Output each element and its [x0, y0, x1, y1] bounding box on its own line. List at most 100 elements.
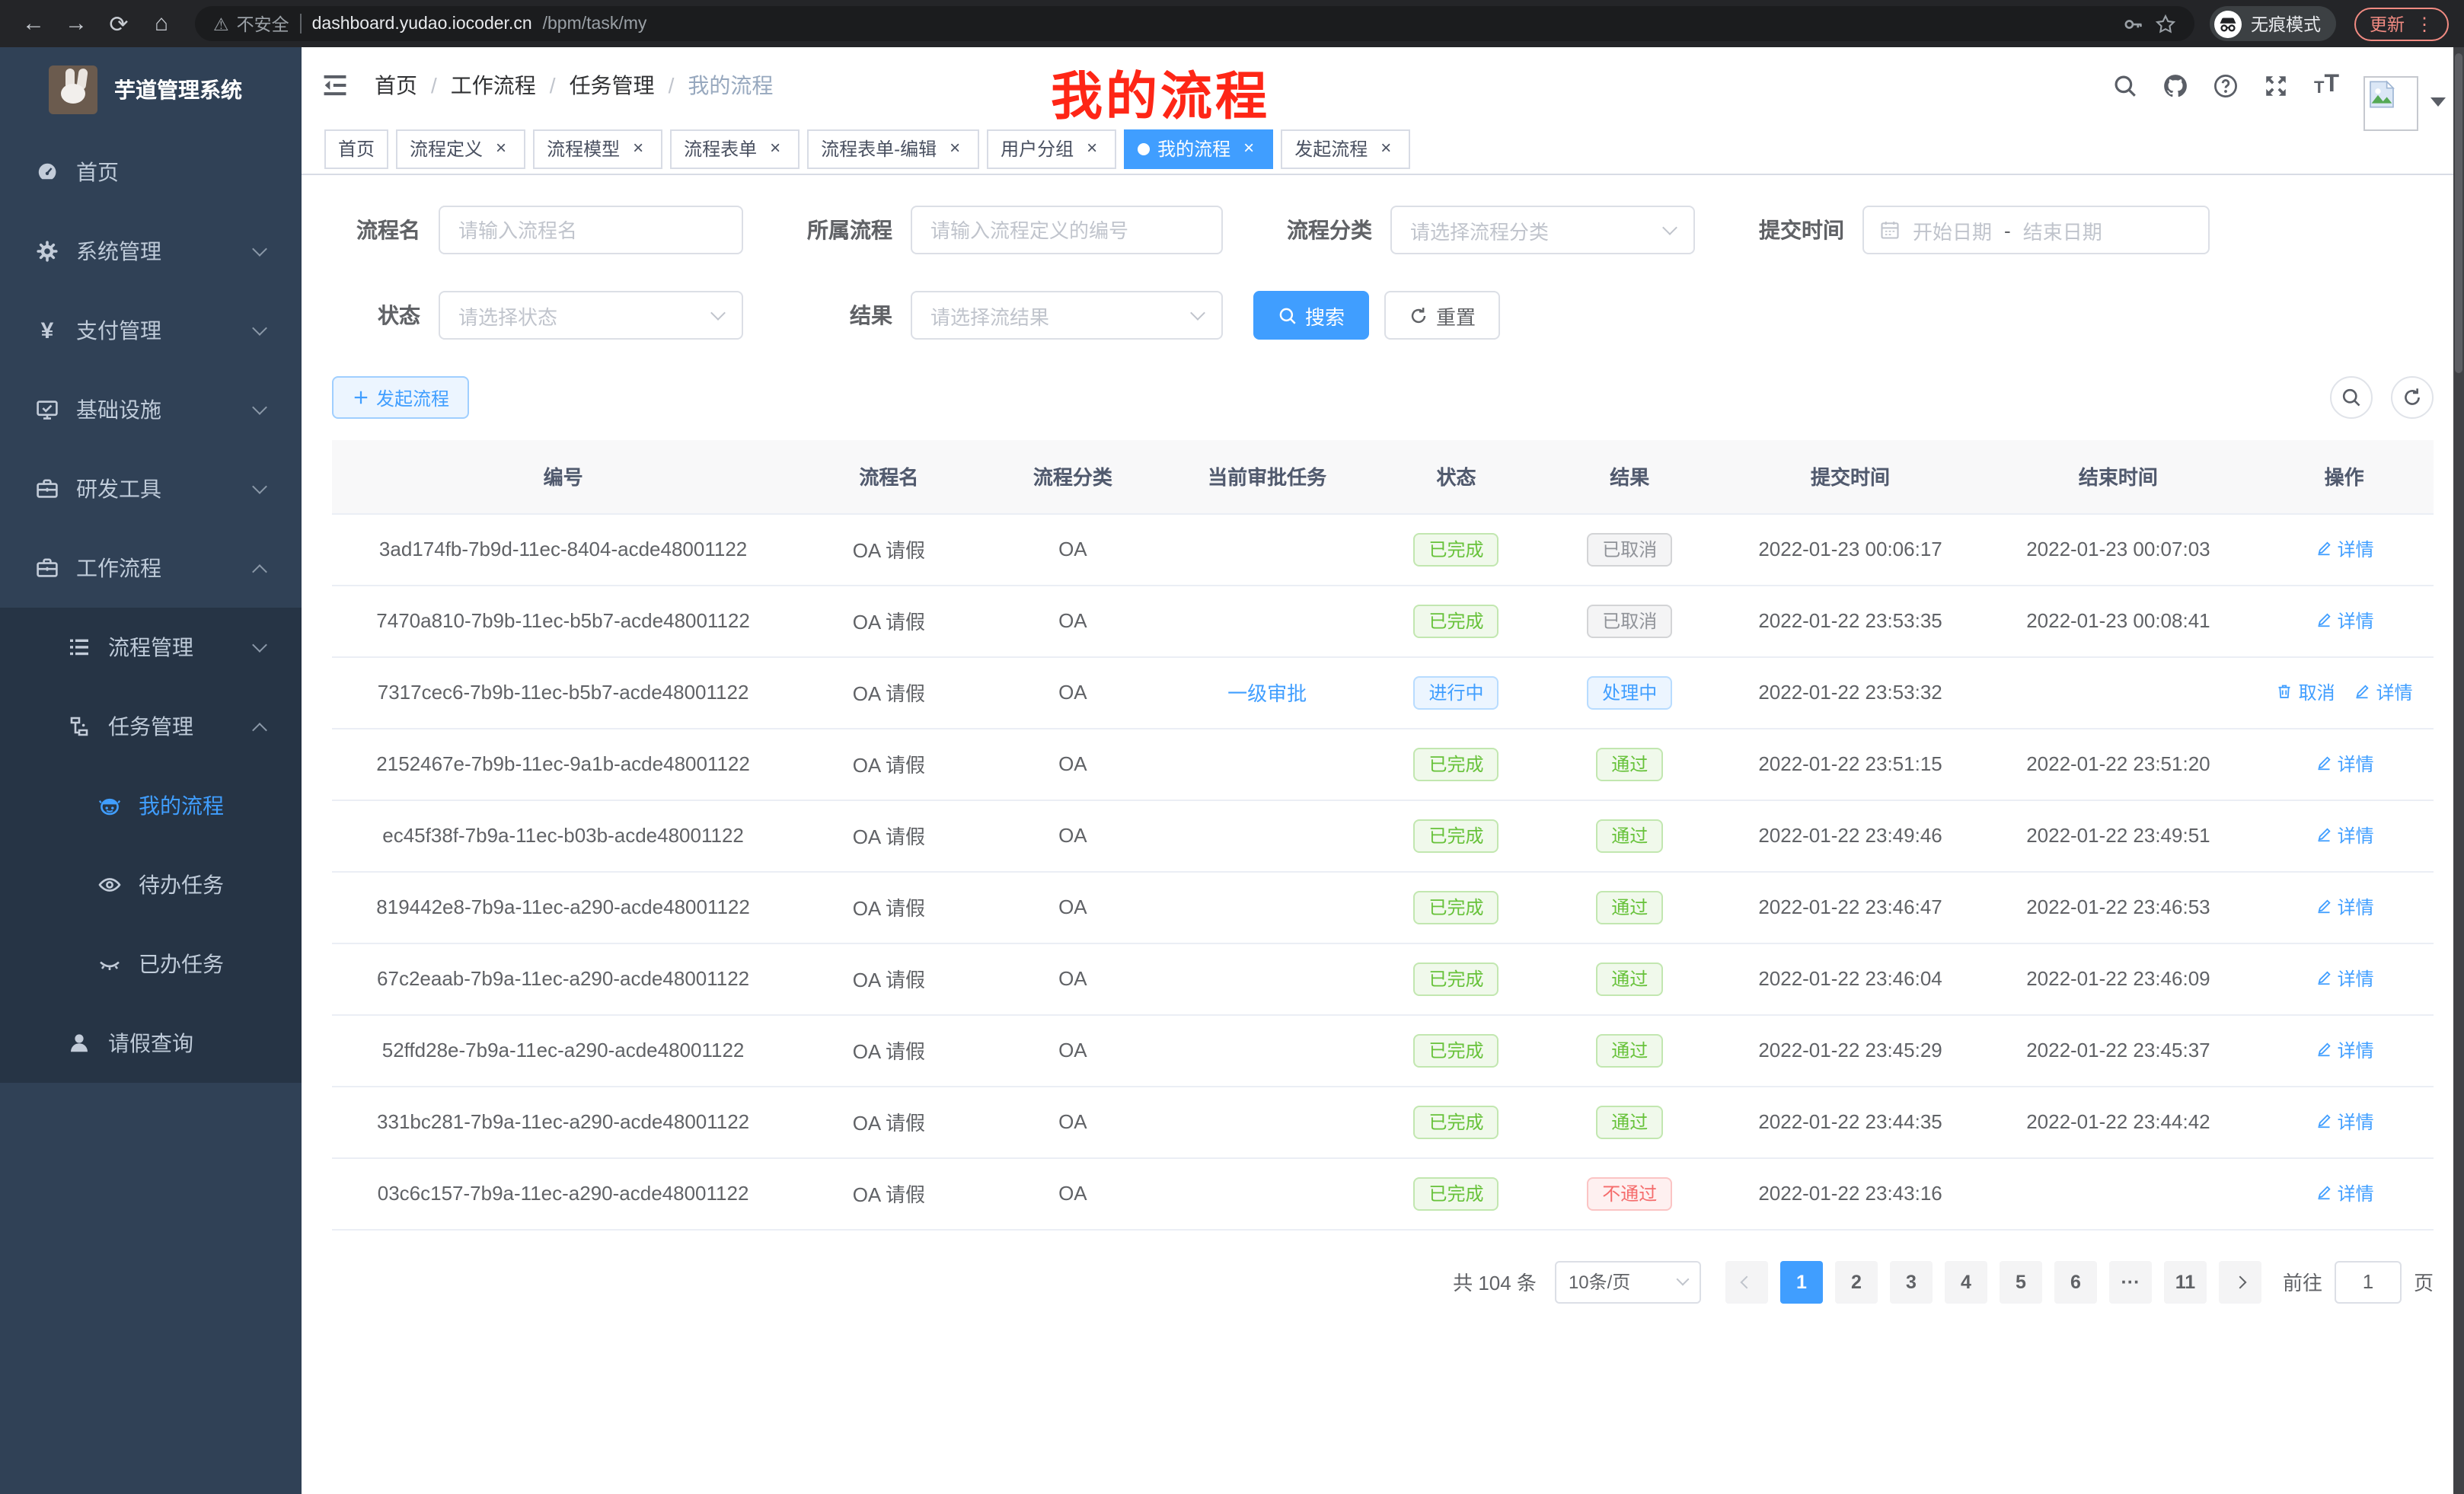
current-task-link[interactable]: 一级审批	[1227, 682, 1307, 705]
browser-update-button[interactable]: 更新 ⋮	[2354, 7, 2449, 40]
page-button[interactable]: 1	[1780, 1260, 1823, 1303]
user-menu-caret-icon[interactable]	[2430, 97, 2446, 107]
cell-status: 已完成	[1372, 1086, 1540, 1157]
divider	[300, 14, 302, 34]
sidebar-item[interactable]: 基础设施	[0, 370, 302, 449]
close-icon[interactable]: ×	[627, 138, 649, 159]
process-definition-input[interactable]	[911, 206, 1223, 254]
detail-link[interactable]: 详情	[2354, 679, 2413, 705]
tab-item[interactable]: 首页	[324, 129, 388, 168]
tab-active[interactable]: 我的流程×	[1124, 129, 1273, 168]
close-icon[interactable]: ×	[944, 138, 965, 159]
cell-current-task	[1162, 800, 1372, 871]
goto-page-input[interactable]	[2335, 1260, 2402, 1303]
page-button[interactable]: 11	[2164, 1260, 2207, 1303]
page-button[interactable]: 2	[1835, 1260, 1878, 1303]
tab-item[interactable]: 流程定义×	[396, 129, 525, 168]
op-label: 详情	[2338, 966, 2374, 991]
page-button[interactable]: 6	[2054, 1260, 2097, 1303]
tab-item[interactable]: 发起流程×	[1281, 129, 1410, 168]
chevron-down-icon	[252, 400, 267, 415]
page-scrollbar[interactable]	[2453, 47, 2464, 1494]
breadcrumb-task[interactable]: 任务管理	[570, 70, 655, 101]
fullscreen-icon[interactable]	[2264, 72, 2290, 98]
close-icon[interactable]: ×	[764, 138, 786, 159]
close-icon[interactable]: ×	[1375, 138, 1396, 159]
detail-link[interactable]: 详情	[2315, 608, 2374, 634]
robot-icon	[97, 793, 122, 818]
status-select[interactable]: 请选择状态	[439, 291, 743, 340]
reset-button[interactable]: 重置	[1384, 291, 1500, 340]
submenu: 流程管理任务管理我的流程待办任务已办任务请假查询	[0, 608, 302, 1083]
chevron-down-icon	[252, 479, 267, 494]
prev-page-button[interactable]	[1725, 1260, 1768, 1303]
breadcrumb-home[interactable]: 首页	[375, 70, 417, 101]
cancel-link[interactable]: 取消	[2276, 679, 2335, 705]
more-pages-button[interactable]: ···	[2109, 1260, 2152, 1303]
page-button[interactable]: 4	[1945, 1260, 1987, 1303]
process-name-input[interactable]	[439, 206, 743, 254]
cell-process-name: OA 请假	[794, 1014, 983, 1086]
detail-link[interactable]: 详情	[2315, 1037, 2374, 1063]
next-page-button[interactable]	[2219, 1260, 2261, 1303]
detail-link[interactable]: 详情	[2315, 966, 2374, 991]
sidebar-item[interactable]: 待办任务	[0, 845, 302, 924]
page-button[interactable]: 5	[2000, 1260, 2042, 1303]
browser-reload-icon[interactable]: ⟳	[101, 5, 137, 42]
start-process-button[interactable]: 发起流程	[332, 376, 469, 419]
sidebar-collapse-icon[interactable]	[320, 70, 350, 101]
detail-link[interactable]: 详情	[2315, 1180, 2374, 1206]
scrollbar-thumb[interactable]	[2455, 53, 2462, 373]
header-search-icon[interactable]	[2113, 72, 2139, 98]
github-icon[interactable]	[2163, 72, 2189, 98]
cell-process-name: OA 请假	[794, 585, 983, 656]
sidebar-item[interactable]: 流程管理	[0, 608, 302, 687]
detail-link[interactable]: 详情	[2315, 1109, 2374, 1135]
refresh-list-button[interactable]	[2391, 376, 2434, 419]
app-logo[interactable]: 芋道管理系统	[0, 47, 302, 132]
page-button[interactable]: 3	[1890, 1260, 1933, 1303]
sidebar-item[interactable]: 请假查询	[0, 1004, 302, 1083]
sidebar-item[interactable]: ¥支付管理	[0, 291, 302, 370]
browser-back-icon[interactable]: ←	[15, 5, 52, 42]
close-icon[interactable]: ×	[1081, 138, 1103, 159]
page-size-select[interactable]: 10条/页	[1555, 1260, 1701, 1303]
avatar[interactable]	[2363, 76, 2418, 131]
security-warning[interactable]: ⚠ 不安全	[213, 11, 289, 36]
tab-item[interactable]: 用户分组×	[987, 129, 1116, 168]
browser-forward-icon[interactable]: →	[58, 5, 94, 42]
detail-link[interactable]: 详情	[2315, 822, 2374, 848]
show-search-button[interactable]	[2330, 376, 2373, 419]
address-bar[interactable]: ⚠ 不安全 dashboard.yudao.iocoder.cn /bpm/ta…	[195, 6, 2194, 41]
sidebar-item[interactable]: 研发工具	[0, 449, 302, 528]
sidebar-item[interactable]: 我的流程	[0, 766, 302, 845]
bookmark-star-icon[interactable]	[2155, 13, 2176, 34]
submit-time-range-picker[interactable]: 开始日期 - 结束日期	[1862, 206, 2210, 254]
detail-link[interactable]: 详情	[2315, 751, 2374, 777]
font-size-icon[interactable]: TT	[2314, 73, 2339, 97]
detail-link[interactable]: 详情	[2315, 894, 2374, 920]
tab-item[interactable]: 流程表单-编辑×	[807, 129, 979, 168]
detail-link[interactable]: 详情	[2315, 536, 2374, 562]
key-icon[interactable]	[2123, 13, 2144, 34]
sidebar-item[interactable]: 已办任务	[0, 924, 302, 1004]
tab-item[interactable]: 流程模型×	[533, 129, 662, 168]
sidebar-item[interactable]: 系统管理	[0, 212, 302, 291]
top-navbar: 首页 / 工作流程 / 任务管理 / 我的流程 TT	[302, 47, 2464, 123]
op-label: 详情	[2338, 894, 2374, 920]
sidebar-item[interactable]: 首页	[0, 132, 302, 212]
sidebar-item-label: 研发工具	[76, 474, 161, 504]
help-icon[interactable]	[2213, 72, 2239, 98]
category-select[interactable]: 请选择流程分类	[1390, 206, 1695, 254]
sidebar-item[interactable]: 任务管理	[0, 687, 302, 766]
sidebar-item[interactable]: 工作流程	[0, 528, 302, 608]
search-button[interactable]: 搜索	[1253, 291, 1369, 340]
breadcrumb-workflow[interactable]: 工作流程	[451, 70, 536, 101]
tab-item[interactable]: 流程表单×	[670, 129, 800, 168]
browser-home-icon[interactable]: ⌂	[143, 5, 180, 42]
result-select[interactable]: 请选择流结果	[911, 291, 1223, 340]
close-icon[interactable]: ×	[1238, 138, 1259, 159]
result-badge: 通过	[1596, 1105, 1663, 1138]
browser-menu-icon[interactable]: ⋮	[2415, 13, 2434, 34]
close-icon[interactable]: ×	[490, 138, 512, 159]
